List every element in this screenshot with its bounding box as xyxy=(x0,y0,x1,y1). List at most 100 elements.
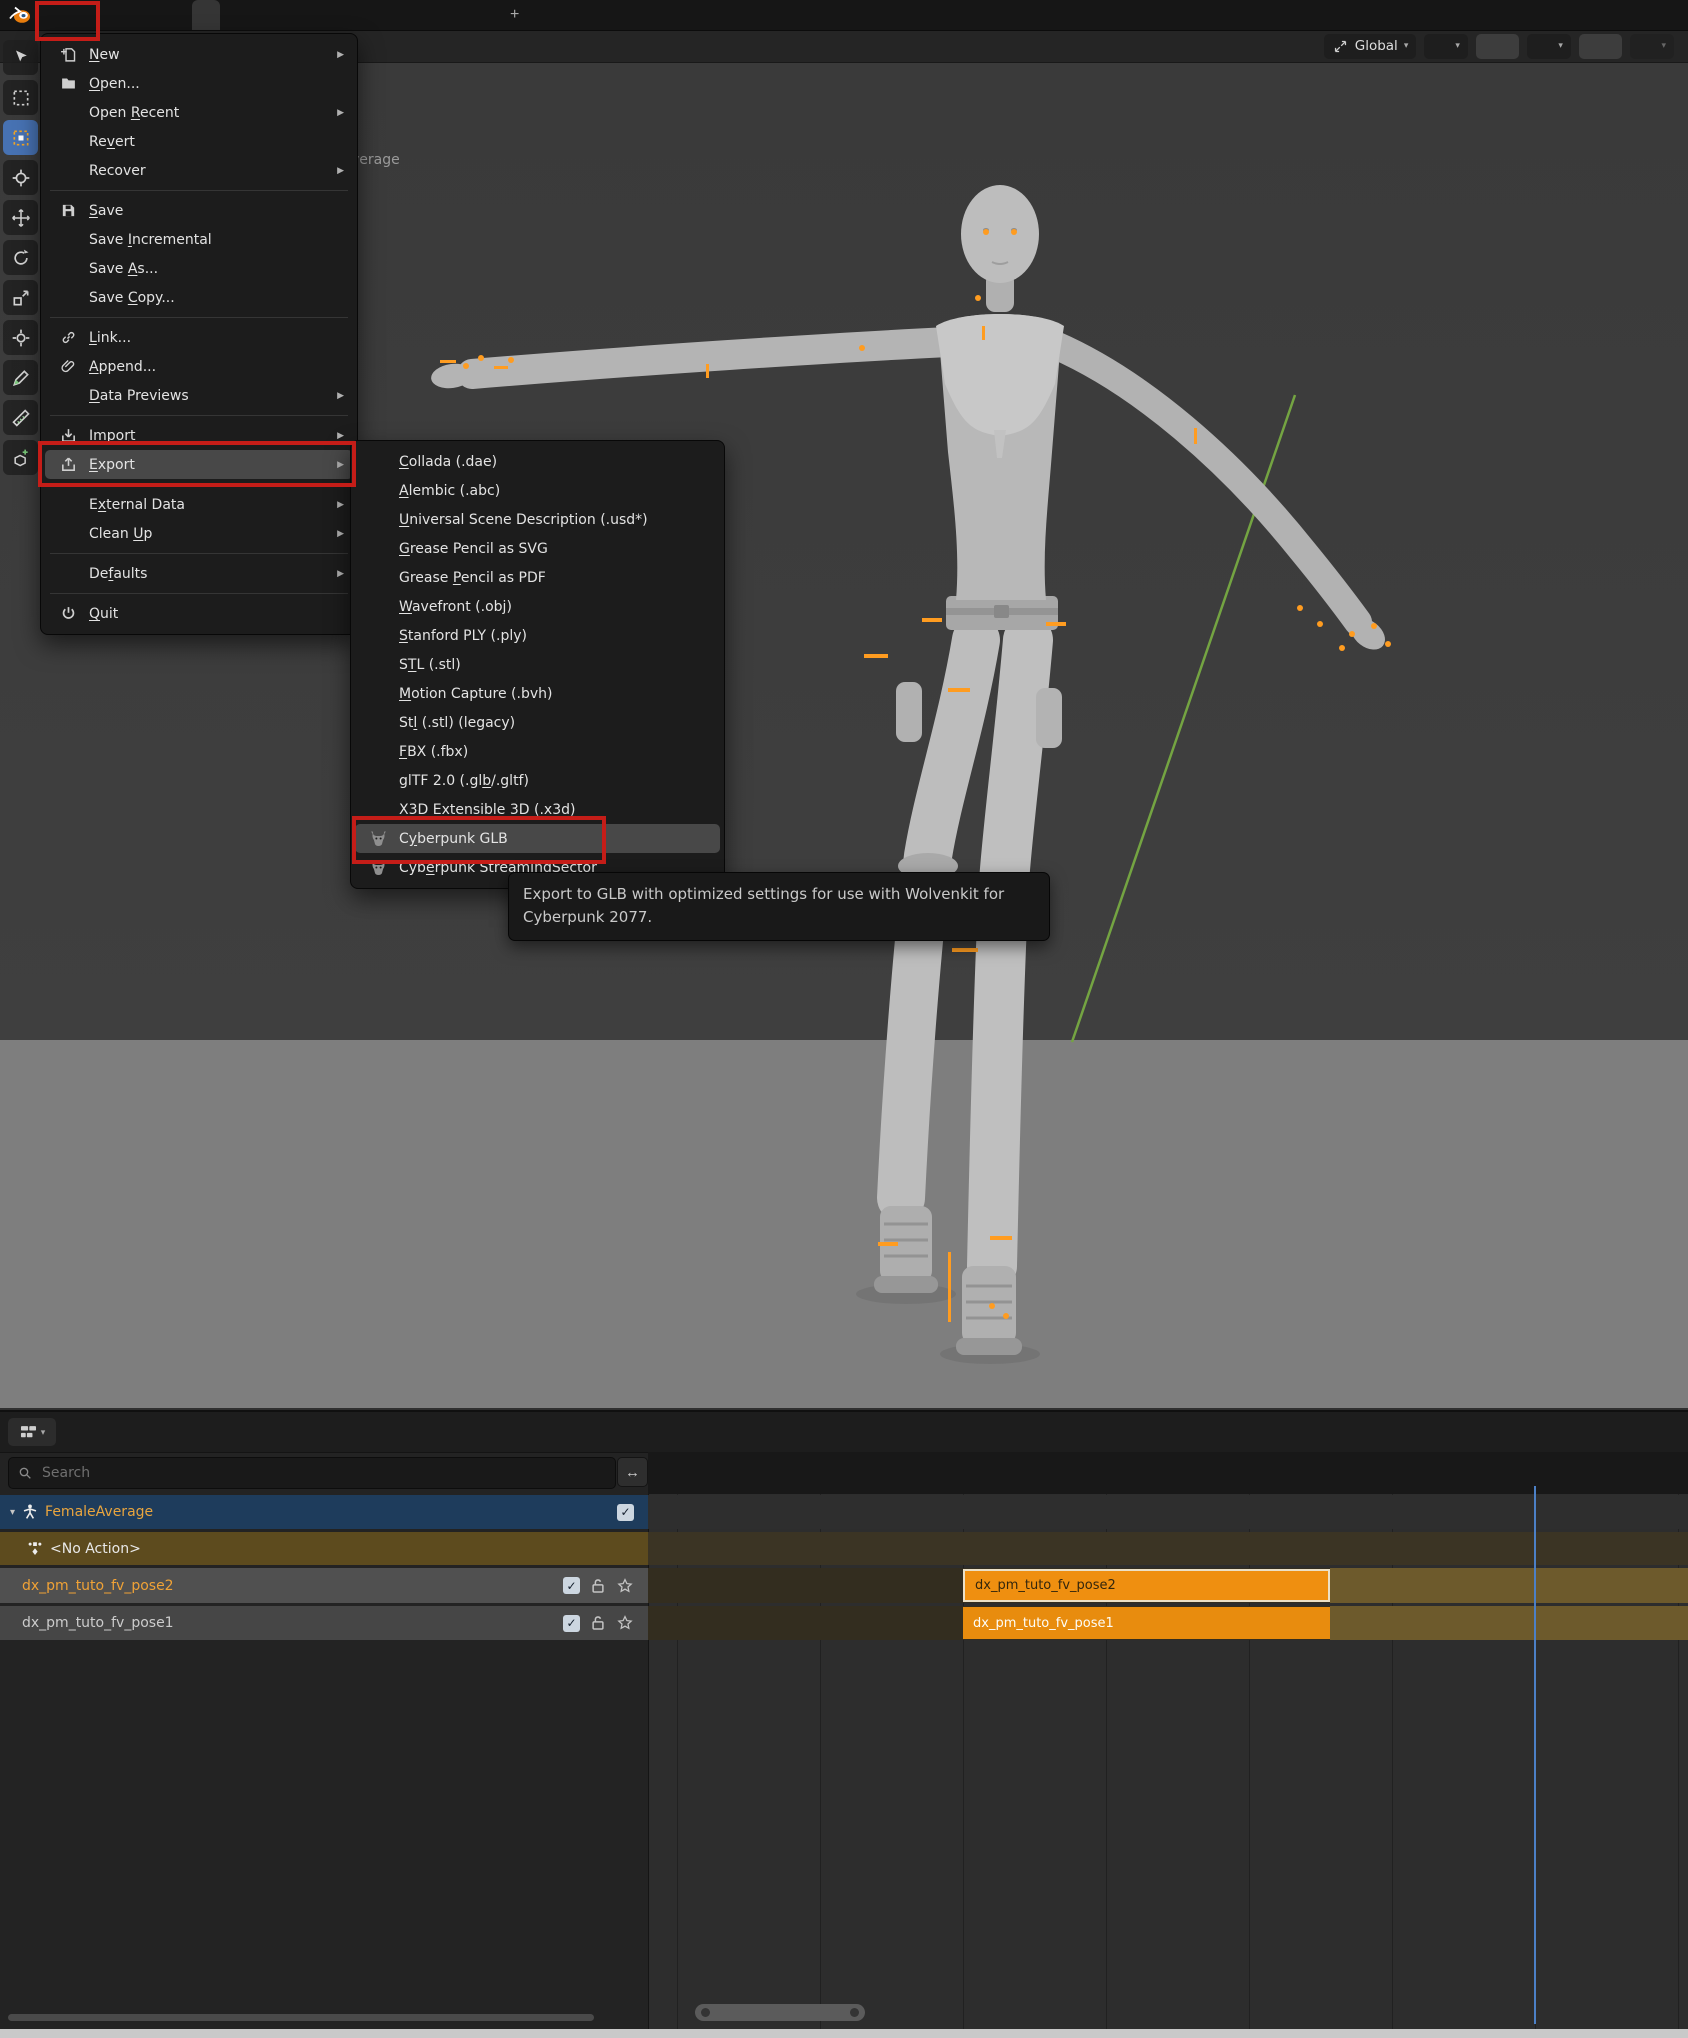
file-menu-item[interactable]: Recover ▶ xyxy=(45,156,353,185)
export-menu-item[interactable]: Cyberpunk GLB xyxy=(355,824,720,853)
nla-strip[interactable]: dx_pm_tuto_fv_pose1 xyxy=(963,1607,1330,1639)
tool-button[interactable] xyxy=(3,160,38,195)
export-menu-item[interactable]: Grease Pencil as PDF xyxy=(355,563,720,592)
nla-menu-item[interactable] xyxy=(132,1412,154,1452)
tool-button[interactable] xyxy=(3,320,38,355)
workspace-tab[interactable] xyxy=(248,0,276,30)
file-menu-item[interactable]: Clean Up ▶ xyxy=(45,519,353,548)
workspace-tab[interactable] xyxy=(192,0,220,30)
strip-hold-extension xyxy=(1330,1606,1688,1640)
file-menu-item[interactable]: Save As... ▶ xyxy=(45,254,353,283)
nla-strip[interactable]: dx_pm_tuto_fv_pose2 xyxy=(963,1569,1330,1602)
file-menu-item[interactable]: Save Incremental ▶ xyxy=(45,225,353,254)
header-control-button[interactable]: ▾ xyxy=(1527,34,1571,59)
workspace-tab[interactable] xyxy=(332,0,360,30)
file-menu-item[interactable]: Defaults ▶ xyxy=(45,559,353,588)
tool-button[interactable] xyxy=(3,80,38,115)
channel-femaleaverage[interactable]: ▾ FemaleAverage ✓ xyxy=(0,1495,648,1529)
nla-menu-item[interactable] xyxy=(66,1412,88,1452)
header-control-button[interactable]: ▾ xyxy=(1476,34,1520,59)
export-menu-item[interactable]: Motion Capture (.bvh) xyxy=(355,679,720,708)
nla-menu-item[interactable] xyxy=(110,1412,132,1452)
workspace-tab[interactable] xyxy=(472,0,500,30)
lock-open-icon[interactable] xyxy=(589,1614,607,1632)
file-menu-item[interactable]: Data Previews ▶ xyxy=(45,381,353,410)
submenu-arrow-icon: ▶ xyxy=(337,50,344,60)
tool-button[interactable] xyxy=(3,240,38,275)
channel-pose1[interactable]: dx_pm_tuto_fv_pose1 ✓ xyxy=(0,1606,648,1640)
tool-button[interactable] xyxy=(3,200,38,235)
export-menu-item[interactable]: Collada (.dae) xyxy=(355,447,720,476)
export-menu-item[interactable]: Alembic (.abc) xyxy=(355,476,720,505)
expand-chevron-icon[interactable]: ▾ xyxy=(10,1507,15,1518)
workspace-tab[interactable] xyxy=(276,0,304,30)
export-menu-item[interactable]: FBX (.fbx) xyxy=(355,737,720,766)
menubar-item[interactable] xyxy=(118,0,144,30)
submenu-arrow-icon: ▶ xyxy=(337,166,344,176)
workspace-tab[interactable] xyxy=(444,0,472,30)
export-menu-item[interactable]: X3D Extensible 3D (.x3d) xyxy=(355,795,720,824)
viewport-menu-item[interactable] xyxy=(390,30,412,62)
track-mute-checkbox[interactable]: ✓ xyxy=(563,1577,580,1594)
export-menu-item[interactable]: Wavefront (.obj) xyxy=(355,592,720,621)
nla-menu-item[interactable] xyxy=(154,1412,176,1452)
workspace-tab[interactable] xyxy=(304,0,332,30)
filter-expand-button[interactable]: ↔ xyxy=(617,1457,648,1487)
playhead[interactable] xyxy=(1534,1486,1536,2024)
file-menu-item[interactable]: Import ▶ xyxy=(45,421,353,450)
viewport-menu-item[interactable] xyxy=(368,30,390,62)
blender-logo-icon[interactable] xyxy=(8,3,32,27)
star-icon[interactable] xyxy=(616,1614,634,1632)
file-menu-item[interactable]: Link... ▶ xyxy=(45,323,353,352)
file-menu-item[interactable]: Save Copy... ▶ xyxy=(45,283,353,312)
timeline-scrollbar[interactable] xyxy=(695,2004,865,2021)
tool-button[interactable] xyxy=(3,360,38,395)
editor-type-dropdown[interactable]: ▾ xyxy=(8,1418,56,1446)
workspace-tab[interactable] xyxy=(360,0,388,30)
file-menu-item[interactable]: New ▶ xyxy=(45,40,353,69)
export-menu-item[interactable]: Grease Pencil as SVG xyxy=(355,534,720,563)
tool-button[interactable] xyxy=(3,120,38,155)
nla-menu-item[interactable] xyxy=(88,1412,110,1452)
header-control-button[interactable]: ▾ xyxy=(1579,34,1623,59)
search-input[interactable] xyxy=(40,1464,615,1482)
export-menu-item[interactable]: glTF 2.0 (.glb/.gltf) xyxy=(355,766,720,795)
header-control-button[interactable]: ▾ xyxy=(1424,34,1468,59)
workspace-tab[interactable] xyxy=(388,0,416,30)
tool-button[interactable] xyxy=(3,280,38,315)
export-menu-item[interactable]: Universal Scene Description (.usd*) xyxy=(355,505,720,534)
export-menu-item[interactable]: STL (.stl) xyxy=(355,650,720,679)
channel-pose2[interactable]: dx_pm_tuto_fv_pose2 ✓ xyxy=(0,1568,648,1603)
file-menu-item[interactable]: Open... ▶ xyxy=(45,69,353,98)
channel-enable-checkbox[interactable]: ✓ xyxy=(617,1504,634,1521)
menubar-item[interactable] xyxy=(40,0,66,30)
nla-menu-item[interactable] xyxy=(176,1412,198,1452)
channel-scrollbar[interactable] xyxy=(8,2014,594,2021)
file-menu-item[interactable]: Export ▶ xyxy=(45,450,353,479)
tool-button[interactable] xyxy=(3,40,38,75)
export-menu-item[interactable]: Stl (.stl) (legacy) xyxy=(355,708,720,737)
workspace-tab[interactable] xyxy=(220,0,248,30)
file-menu-item[interactable]: Append... ▶ xyxy=(45,352,353,381)
tool-button[interactable] xyxy=(3,440,38,475)
star-icon[interactable] xyxy=(616,1577,634,1595)
file-menu-item[interactable]: Revert ▶ xyxy=(45,127,353,156)
channel-no-action[interactable]: <No Action> xyxy=(0,1532,648,1565)
timeline-ruler[interactable] xyxy=(648,1452,1688,1495)
track-mute-checkbox[interactable]: ✓ xyxy=(563,1615,580,1632)
file-menu-item[interactable]: Open Recent ▶ xyxy=(45,98,353,127)
header-control-button[interactable]: ▾ xyxy=(1630,34,1674,59)
file-menu-item[interactable]: Quit ▶ xyxy=(45,599,353,628)
menubar-item[interactable] xyxy=(144,0,170,30)
viewport-header-menus xyxy=(368,30,412,62)
export-menu-item[interactable]: Stanford PLY (.ply) xyxy=(355,621,720,650)
lock-open-icon[interactable] xyxy=(589,1577,607,1595)
menubar-item[interactable] xyxy=(92,0,118,30)
file-menu-item[interactable]: External Data ▶ xyxy=(45,490,353,519)
tool-button[interactable] xyxy=(3,400,38,435)
workspace-tab[interactable] xyxy=(416,0,444,30)
transform-orientation-dropdown[interactable]: Global ▾ xyxy=(1324,34,1417,59)
add-workspace-button[interactable]: + xyxy=(500,0,529,30)
menubar-item[interactable] xyxy=(66,0,92,30)
file-menu-item[interactable]: Save ▶ xyxy=(45,196,353,225)
